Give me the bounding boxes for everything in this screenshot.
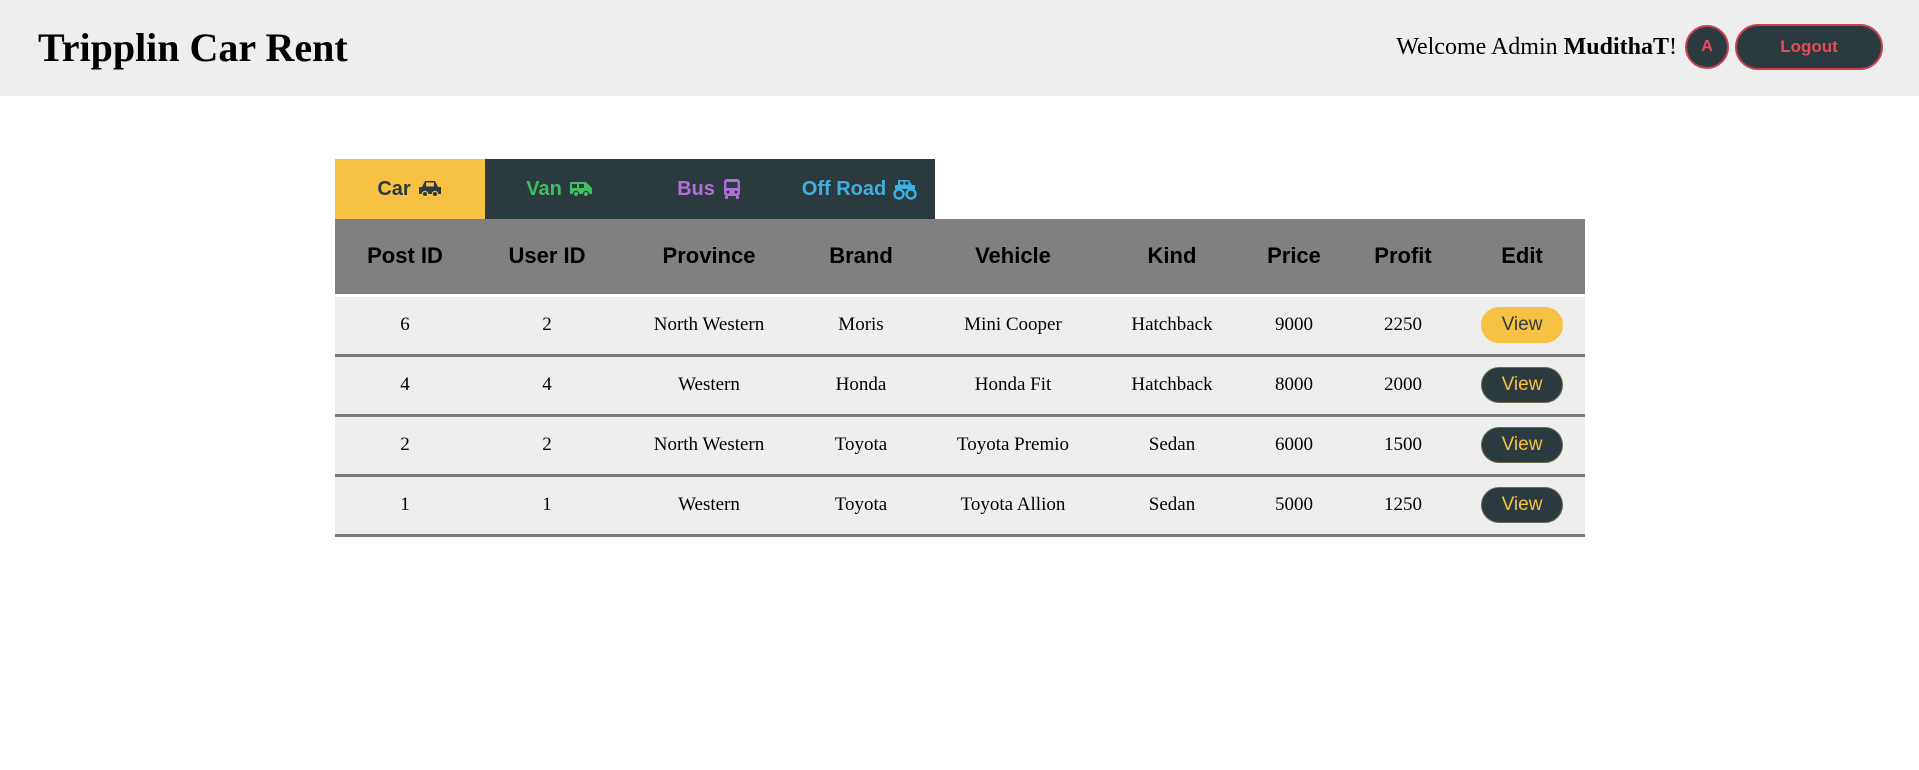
price-cell: 6000 [1275, 434, 1313, 455]
user-id-cell: 4 [542, 374, 552, 395]
vehicle-cell: Honda Fit [974, 374, 1052, 395]
edit-cell: View [1459, 475, 1585, 535]
vehicle-cell: Toyota Allion [960, 494, 1066, 515]
column-header-user-id: User ID [475, 219, 619, 297]
profit-cell: 2000 [1384, 374, 1422, 395]
price-cell: 5000 [1275, 494, 1313, 515]
table-row: 6 2 North Western Moris Mini Cooper Hatc… [335, 295, 1585, 355]
vehicle-cell: Mini Cooper [964, 314, 1062, 335]
car-icon [417, 179, 443, 199]
edit-cell: View [1459, 415, 1585, 475]
logout-button[interactable]: Logout [1735, 24, 1883, 70]
vehicle-posts-table: Post ID User ID Province Brand Vehicle K… [335, 219, 1585, 537]
column-header-post-id: Post ID [335, 219, 475, 297]
table-row: 2 2 North Western Toyota Toyota Premio S… [335, 415, 1585, 475]
kind-cell: Hatchback [1131, 314, 1213, 335]
brand-cell: Moris [838, 314, 884, 335]
vehicle-cell: Toyota Premio [956, 434, 1070, 455]
province-cell: North Western [653, 314, 765, 335]
user-id-cell: 1 [542, 494, 552, 515]
view-button[interactable]: View [1481, 307, 1563, 343]
brand-cell: Toyota [834, 434, 888, 455]
column-header-edit: Edit [1459, 219, 1585, 297]
post-id-cell: 6 [400, 314, 410, 335]
tab-off-road[interactable]: Off Road [785, 159, 935, 219]
kind-cell: Sedan [1148, 434, 1196, 455]
post-id-cell: 4 [400, 374, 410, 395]
column-header-kind: Kind [1103, 219, 1241, 297]
profit-cell: 1250 [1384, 494, 1422, 515]
brand-cell: Toyota [834, 494, 888, 515]
tab-label: Car [377, 177, 411, 200]
user-id-cell: 2 [542, 434, 552, 455]
profit-cell: 1500 [1384, 434, 1422, 455]
profit-cell: 2250 [1384, 314, 1422, 335]
column-header-province: Province [619, 219, 799, 297]
price-cell: 9000 [1275, 314, 1313, 335]
user-id-cell: 2 [542, 314, 552, 335]
welcome-suffix: ! [1669, 33, 1677, 60]
view-button[interactable]: View [1481, 487, 1563, 523]
province-cell: North Western [653, 434, 765, 455]
post-id-cell: 2 [400, 434, 410, 455]
welcome-message: Welcome Admin MudithaT! [1396, 34, 1677, 61]
username: MudithaT [1563, 33, 1669, 60]
province-cell: Western [678, 374, 740, 395]
column-header-profit: Profit [1347, 219, 1459, 297]
kind-cell: Hatchback [1131, 374, 1213, 395]
table-row: 1 1 Western Toyota Toyota Allion Sedan 5… [335, 475, 1585, 535]
vehicle-type-tabs: Car Van Bus Off Road [335, 159, 935, 219]
tab-label: Off Road [801, 177, 887, 200]
posts-table: Post ID User ID Province Brand Vehicle K… [335, 219, 1585, 537]
user-area: Welcome Admin MudithaT! A Logout [1396, 24, 1883, 70]
table-header-row: Post ID User ID Province Brand Vehicle K… [335, 219, 1585, 297]
province-cell: Western [678, 494, 740, 515]
monster-truck-icon [892, 178, 918, 200]
price-cell: 8000 [1275, 374, 1313, 395]
tab-label: Van [526, 177, 562, 200]
app-title: Tripplin Car Rent [38, 25, 348, 70]
column-header-price: Price [1241, 219, 1347, 297]
van-icon [568, 179, 594, 199]
welcome-prefix: Welcome Admin [1396, 33, 1558, 60]
view-button[interactable]: View [1481, 367, 1563, 403]
top-header: Tripplin Car Rent Welcome Admin MudithaT… [0, 0, 1919, 96]
post-id-cell: 1 [400, 494, 410, 515]
column-header-brand: Brand [799, 219, 923, 297]
tab-label: Bus [677, 177, 715, 200]
kind-cell: Sedan [1148, 494, 1196, 515]
view-button[interactable]: View [1481, 427, 1563, 463]
bus-icon [721, 178, 743, 200]
edit-cell: View [1459, 295, 1585, 355]
brand-cell: Honda [835, 374, 887, 395]
table-row: 4 4 Western Honda Honda Fit Hatchback 80… [335, 355, 1585, 415]
column-header-vehicle: Vehicle [923, 219, 1103, 297]
edit-cell: View [1459, 355, 1585, 415]
tab-bus[interactable]: Bus [635, 159, 785, 219]
tab-van[interactable]: Van [485, 159, 635, 219]
tab-car[interactable]: Car [335, 159, 485, 219]
avatar[interactable]: A [1685, 25, 1729, 69]
